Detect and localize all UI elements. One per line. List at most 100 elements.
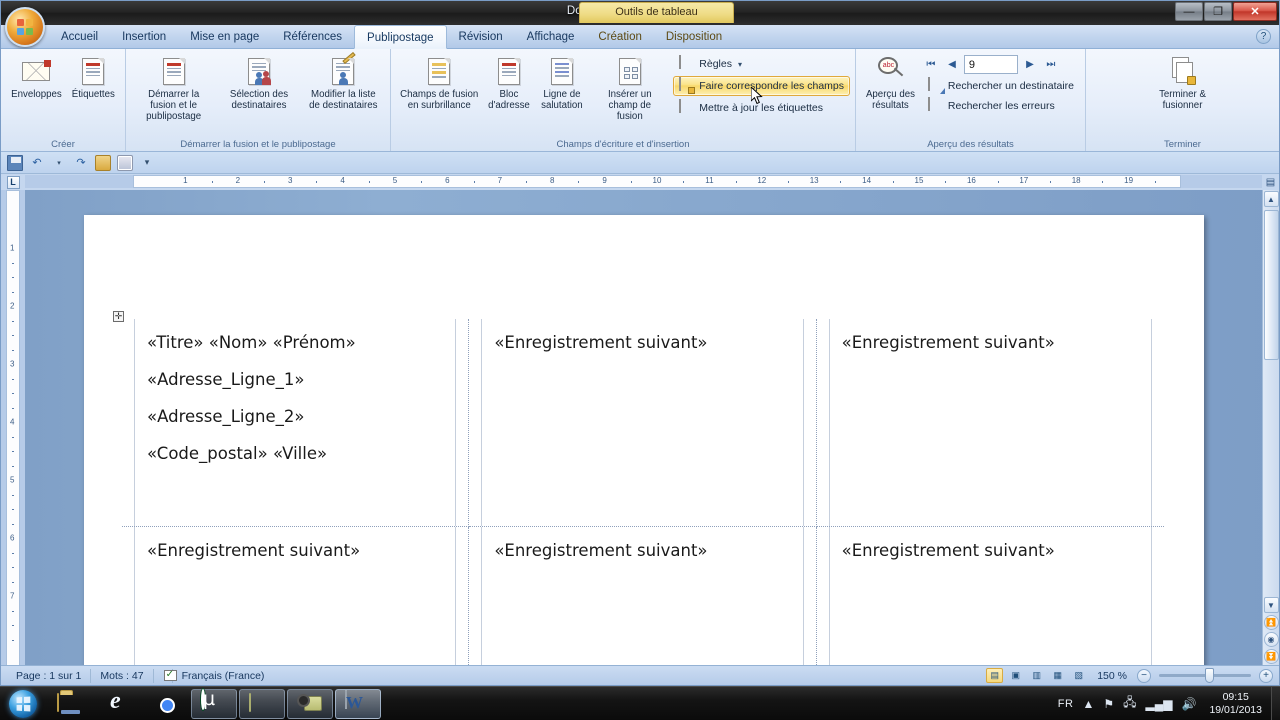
document-page[interactable]: ✛ «Titre» «Nom» «Prénom» «Adresse_Ligne_…	[84, 215, 1204, 665]
select-browse-object-button[interactable]: ◉	[1263, 632, 1279, 647]
taskbar-item-google-chrome[interactable]	[143, 689, 189, 719]
tab-references[interactable]: Références	[271, 25, 354, 49]
web-layout-view-button[interactable]: ▥	[1028, 668, 1045, 683]
finish-and-merge-button[interactable]: Terminer & fusionner	[1148, 52, 1218, 114]
tab-publipostage[interactable]: Publipostage	[354, 25, 447, 49]
taskbar-item-explorer[interactable]	[47, 689, 93, 719]
envelope-icon	[20, 55, 52, 87]
match-fields-button[interactable]: Faire correspondre les champs	[673, 76, 850, 96]
save-icon[interactable]	[7, 154, 23, 171]
show-desktop-button[interactable]	[1271, 686, 1280, 720]
zoom-in-button[interactable]: +	[1259, 668, 1273, 683]
next-page-button[interactable]: ⏬	[1263, 649, 1279, 664]
zoom-slider-thumb[interactable]	[1205, 668, 1214, 683]
start-button[interactable]	[0, 688, 46, 720]
vertical-scrollbar[interactable]: ▲ ▼ ⏫ ◉ ⏬	[1262, 190, 1279, 665]
envelopes-button[interactable]: Enveloppes	[7, 52, 66, 103]
full-screen-reading-view-button[interactable]: ▣	[1007, 668, 1024, 683]
taskbar-item-microsoft-word[interactable]	[335, 688, 381, 719]
vertical-ruler-tick	[12, 277, 14, 278]
scroll-down-button[interactable]: ▼	[1263, 597, 1279, 613]
zoom-level-label[interactable]: 150 %	[1091, 670, 1133, 682]
vertical-ruler-mark: 1	[10, 243, 15, 253]
tab-stop-selector[interactable]: L	[1, 174, 25, 190]
customize-qat-icon[interactable]: ▾	[139, 155, 155, 171]
tab-insertion[interactable]: Insertion	[110, 25, 178, 49]
last-record-button[interactable]: ⏭	[1042, 56, 1060, 74]
preview-icon[interactable]	[117, 154, 133, 171]
highlight-merge-fields-label: Champs de fusion en surbrillance	[400, 89, 479, 111]
network-icon[interactable]: 🖧	[1123, 693, 1136, 714]
print-layout-view-button[interactable]: ▤	[986, 668, 1004, 683]
table-cell[interactable]: «Titre» «Nom» «Prénom» «Adresse_Ligne_1»…	[122, 319, 470, 527]
find-recipient-button[interactable]: Rechercher un destinataire	[922, 76, 1080, 96]
ruler-toggle-icon[interactable]: ▤	[1266, 177, 1275, 188]
rules-button[interactable]: Règles ▾	[673, 54, 850, 74]
language-indicator-tray[interactable]: FR	[1058, 698, 1074, 710]
restore-button[interactable]: ❐	[1204, 2, 1232, 21]
select-recipients-button[interactable]: Sélection des destinataires	[218, 52, 299, 114]
zoom-slider[interactable]	[1159, 668, 1251, 683]
page-indicator[interactable]: Page : 1 sur 1	[7, 668, 92, 683]
clock[interactable]: 09:15 19/01/2013	[1205, 691, 1262, 717]
office-orb-button[interactable]	[5, 7, 45, 47]
greeting-line-button[interactable]: Ligne de salutation	[536, 52, 589, 114]
start-mail-merge-button[interactable]: Démarrer la fusion et le publipostage	[131, 52, 216, 125]
record-number-input[interactable]	[963, 55, 1018, 74]
tab-disposition[interactable]: Disposition	[654, 25, 734, 49]
ruler-mark: 6	[445, 176, 450, 185]
scroll-thumb[interactable]	[1263, 210, 1279, 360]
help-button[interactable]: ?	[1256, 29, 1271, 44]
action-center-icon[interactable]: ⚑	[1103, 697, 1114, 711]
tab-accueil[interactable]: Accueil	[49, 25, 110, 49]
taskbar-item-utorrent[interactable]	[191, 688, 237, 719]
tab-affichage[interactable]: Affichage	[515, 25, 587, 49]
horizontal-ruler[interactable]: 1 2 3 4 5 6 7 8 9 10 11 12 13 14 15 16 17 18 19	[25, 174, 1262, 190]
update-labels-button[interactable]: Mettre à jour les étiquettes	[673, 98, 850, 118]
zoom-out-button[interactable]: −	[1137, 668, 1151, 683]
table-cell[interactable]: «Enregistrement suivant»	[469, 319, 817, 527]
show-hidden-icons-icon[interactable]: ▲	[1082, 697, 1094, 711]
group-title-champs-ecriture: Champs d'écriture et d'insertion	[556, 139, 690, 150]
draft-view-button[interactable]: ▧	[1070, 668, 1087, 683]
previous-record-button[interactable]: ◀	[943, 56, 961, 74]
ruler-tick	[683, 181, 685, 183]
outline-view-button[interactable]: ▦	[1049, 668, 1066, 683]
table-cell[interactable]: «Enregistrement suivant»	[469, 527, 817, 665]
taskbar-item-screen-recorder[interactable]	[287, 688, 333, 719]
previous-page-button[interactable]: ⏫	[1263, 615, 1279, 630]
language-indicator[interactable]: Français (France)	[173, 669, 274, 683]
highlight-merge-fields-button[interactable]: Champs de fusion en surbrillance	[396, 52, 482, 114]
redo-icon[interactable]: ↷	[73, 155, 89, 171]
preview-results-button[interactable]: abc Aperçu des résultats	[861, 52, 920, 114]
document-canvas[interactable]: ✛ «Titre» «Nom» «Prénom» «Adresse_Ligne_…	[25, 190, 1262, 665]
minimize-button[interactable]: —	[1175, 2, 1203, 21]
edit-recipient-list-button[interactable]: Modifier la liste de destinataires	[302, 51, 385, 114]
check-errors-button[interactable]: Rechercher les erreurs	[922, 96, 1080, 116]
address-block-button[interactable]: Bloc d'adresse	[484, 52, 533, 114]
table-cell[interactable]: «Enregistrement suivant»	[817, 527, 1164, 665]
vertical-ruler[interactable]: 1 2 3 4 5 6 7	[1, 190, 25, 665]
insert-merge-field-button[interactable]: Insérer un champ de fusion	[590, 52, 669, 125]
scroll-up-button[interactable]: ▲	[1263, 191, 1279, 207]
table-cell[interactable]: «Enregistrement suivant»	[122, 527, 470, 665]
mail-merge-icon[interactable]	[95, 154, 111, 171]
labels-button[interactable]: Étiquettes	[68, 52, 119, 103]
table-cell[interactable]: «Enregistrement suivant»	[816, 319, 1164, 527]
signal-icon[interactable]: ▂▄▆	[1146, 697, 1173, 711]
undo-icon[interactable]: ↶	[29, 155, 45, 171]
first-record-button[interactable]: ⏮	[922, 56, 940, 74]
taskbar-item-notepad-document[interactable]	[239, 688, 285, 719]
vertical-ruler-tick	[12, 320, 14, 322]
close-button[interactable]: ✕	[1233, 2, 1277, 21]
proofing-status-icon[interactable]	[154, 668, 173, 683]
undo-dropdown-icon[interactable]: ▾	[51, 155, 67, 171]
volume-icon[interactable]: 🔊	[1181, 697, 1196, 711]
ruler-mark: 18	[1071, 176, 1081, 185]
tab-creation[interactable]: Création	[586, 25, 653, 49]
tab-mise-en-page[interactable]: Mise en page	[178, 25, 271, 49]
tab-revision[interactable]: Révision	[447, 25, 515, 49]
taskbar-item-internet-explorer[interactable]	[95, 689, 141, 719]
word-count[interactable]: Mots : 47	[91, 668, 154, 683]
next-record-button[interactable]: ▶	[1021, 56, 1039, 74]
